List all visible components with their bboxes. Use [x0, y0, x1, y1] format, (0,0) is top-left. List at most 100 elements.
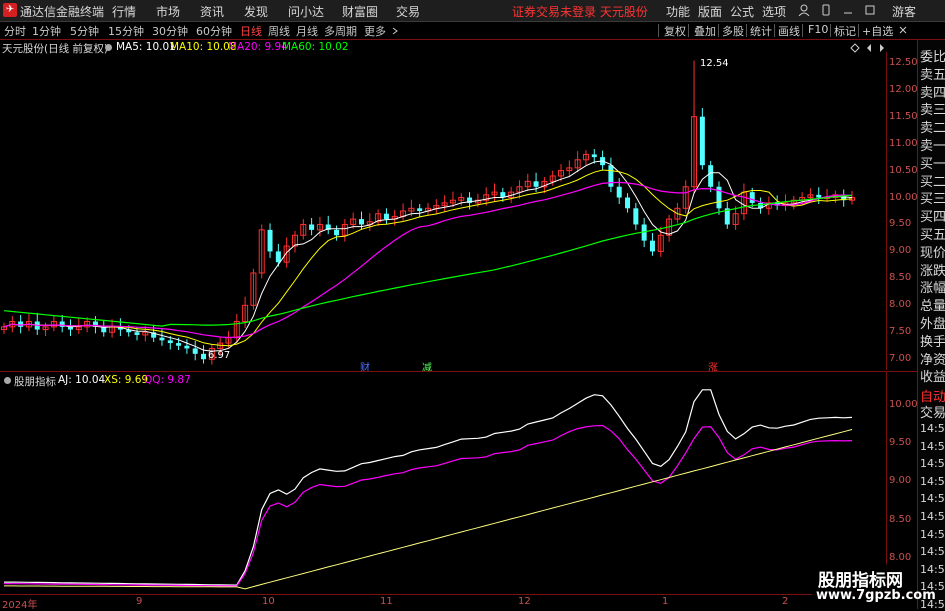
period-monthly[interactable]: 月线 [296, 23, 318, 39]
tick-time: 14:56 [920, 527, 945, 541]
candle-body [816, 194, 822, 198]
login-status-title: 证券交易未登录 天元股份 [512, 5, 648, 19]
menu-item-discover[interactable]: 发现 [244, 3, 268, 20]
menu-item-function[interactable]: 功能 [666, 3, 690, 20]
tick-time: 14:56 [920, 439, 945, 453]
quote-field-label: 换手 [920, 334, 945, 350]
aj-line [4, 389, 853, 586]
indicator-tick-label: 9.50 [889, 437, 912, 449]
user-icon[interactable] [798, 4, 810, 16]
quote-field-label: 现价 [920, 245, 945, 261]
trade-button[interactable]: 交易 [920, 402, 945, 421]
candle-body [18, 321, 24, 327]
menu-item-trade[interactable]: 交易 [396, 3, 420, 20]
candle-body [417, 208, 423, 211]
price-tick-label: 8.00 [889, 299, 912, 311]
minimize-icon[interactable] [842, 4, 854, 16]
indicator-tick-label: 8.50 [889, 513, 912, 525]
quote-field-label: 卖二 [920, 121, 945, 137]
menu-item-news[interactable]: 资讯 [200, 3, 224, 20]
price-tick-label: 9.00 [889, 245, 912, 257]
ma10-line [3, 169, 853, 347]
adjust-button[interactable]: 复权 [664, 23, 686, 39]
menu-item-ask[interactable]: 问小达 [288, 3, 324, 20]
candle-body [192, 348, 198, 354]
quote-field-label: 买四 [920, 210, 945, 226]
quote-field-label: 收益 [920, 370, 945, 386]
price-tick-label: 10.50 [889, 164, 918, 176]
candle-body [134, 332, 140, 335]
xs-legend: XS: 9.69 [104, 374, 149, 386]
quote-field-label: 卖四 [920, 85, 945, 101]
f10-button[interactable]: F10 [808, 23, 828, 36]
x-tick-label: 12 [518, 596, 531, 607]
overlay-button[interactable]: 叠加 [694, 23, 716, 39]
period-30min[interactable]: 30分钟 [152, 23, 188, 39]
quote-field-label: 委比 [920, 50, 945, 65]
candle-body [275, 251, 281, 263]
indicator-chart[interactable] [0, 386, 885, 592]
price-tick-label: 7.50 [889, 326, 912, 338]
settings-dot-icon[interactable] [104, 43, 113, 52]
candle-body [633, 208, 639, 225]
candle-body [625, 197, 631, 209]
quote-field-label: 买五 [920, 228, 945, 243]
menu-item-formula[interactable]: 公式 [730, 3, 754, 20]
qq-legend: QQ: 9.87 [144, 374, 191, 386]
quote-field-label: 卖三 [920, 103, 945, 119]
period-60min[interactable]: 60分钟 [196, 23, 232, 39]
tick-time: 14:56 [920, 510, 945, 523]
chevron-right-icon[interactable] [391, 27, 399, 35]
quote-side-panel: 委比 卖五 卖四 卖三 卖二 卖一 买一 买二 买三 买四 买五 现价 涨跌 涨幅 总量 外盘 换手 净资 收益 自动… [917, 40, 945, 611]
period-intraday[interactable]: 分时 [4, 23, 26, 39]
price-tick-label: 9.50 [889, 218, 912, 230]
price-tick-label: 8.50 [889, 272, 912, 284]
period-multi[interactable]: 多周期 [324, 23, 357, 39]
add-watchlist-button[interactable]: +自选 [862, 23, 893, 39]
indicator-dot-icon[interactable] [3, 376, 12, 385]
close-icon[interactable] [898, 25, 908, 35]
quote-field-label: 买二 [920, 174, 945, 190]
tick-time: 14:56 [920, 457, 945, 471]
candle-body [383, 213, 389, 220]
quote-field-label: 卖五 [920, 67, 945, 83]
candle-body [749, 192, 755, 203]
period-1min[interactable]: 1分钟 [32, 23, 61, 39]
phone-icon[interactable] [820, 4, 832, 16]
price-tick-label: 7.00 [889, 353, 912, 365]
guest-button[interactable]: 游客 [892, 3, 916, 20]
candle-body [176, 343, 182, 346]
stats-button[interactable]: 统计 [750, 23, 772, 39]
period-15min[interactable]: 15分钟 [108, 23, 144, 39]
menu-item-wealth[interactable]: 财富圈 [342, 3, 378, 20]
period-toolbar: 分时 1分钟 5分钟 15分钟 30分钟 60分钟 日线 周线 月线 多周期 更… [0, 22, 945, 40]
price-chart[interactable] [0, 52, 885, 370]
draw-button[interactable]: 画线 [778, 23, 800, 39]
candle-body [159, 337, 165, 341]
top-menu-bar: ✈ 通达信金融终端 行情 市场 资讯 发现 问小达 财富圈 交易 证券交易未登录… [0, 0, 945, 22]
menu-item-options[interactable]: 选项 [762, 3, 786, 20]
tick-time: 14:56 [920, 492, 945, 506]
price-tick-label: 11.00 [889, 137, 918, 149]
price-tick-label: 12.00 [889, 83, 918, 95]
maximize-icon[interactable] [864, 4, 876, 16]
menu-item-market[interactable]: 市场 [156, 3, 180, 20]
menu-item-layout[interactable]: 版面 [698, 3, 722, 20]
quote-field-label: 总量 [920, 299, 945, 315]
price-tick-label: 11.50 [889, 110, 918, 122]
mark-button[interactable]: 标记 [834, 23, 856, 39]
period-daily[interactable]: 日线 [240, 23, 262, 39]
price-tick-label: 10.00 [889, 191, 918, 203]
period-5min[interactable]: 5分钟 [70, 23, 99, 39]
menu-item-quotes[interactable]: 行情 [112, 3, 136, 20]
price-axis: 12.50 12.00 11.50 11.00 10.50 10.00 9.50 9.00 8.… [886, 52, 918, 370]
panel-divider [0, 371, 917, 372]
period-weekly[interactable]: 周线 [268, 23, 290, 39]
low-price-label: 6.97 [208, 350, 231, 361]
quote-field-label: 买一 [920, 156, 945, 172]
candle-body [591, 154, 597, 158]
indicator-axis: 10.00 9.50 9.00 8.50 8.00 [886, 372, 918, 594]
multi-stock-button[interactable]: 多股 [722, 23, 744, 39]
price-tick-label: 12.50 [889, 56, 918, 68]
period-more[interactable]: 更多 [364, 23, 386, 39]
